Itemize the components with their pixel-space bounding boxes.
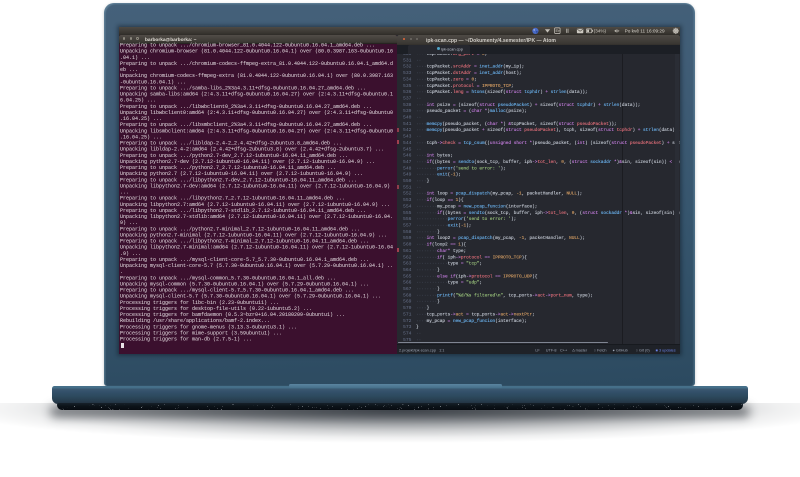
svg-text:Po kvě 11 16:09:29: Po kvě 11 16:09:29 (624, 29, 664, 34)
svg-text:(34%): (34%) (593, 29, 606, 34)
svg-text:En: En (555, 28, 560, 33)
